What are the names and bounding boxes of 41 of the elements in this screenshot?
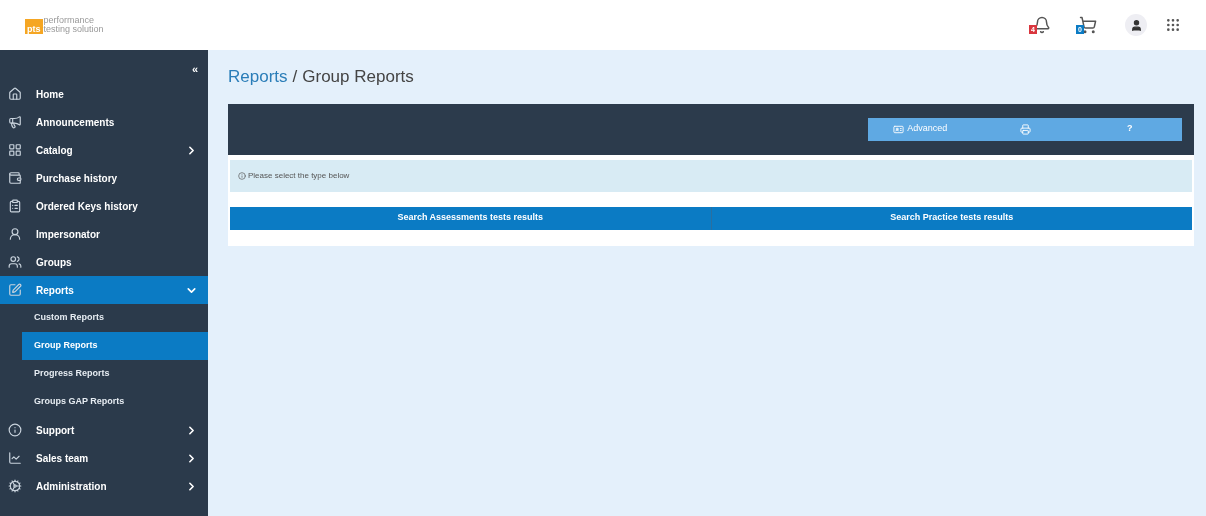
avatar-button[interactable] [1125, 14, 1147, 36]
apps-grid-icon[interactable] [1165, 17, 1181, 33]
person-icon [8, 227, 22, 241]
edit-icon [8, 283, 22, 297]
info-icon [8, 423, 22, 437]
megaphone-icon [8, 115, 22, 129]
submenu-item[interactable]: Progress Reports [22, 360, 208, 388]
submenu-item[interactable]: Groups GAP Reports [22, 388, 208, 416]
user-icon [1129, 18, 1143, 32]
printer-icon [1019, 123, 1031, 135]
wallet-icon [8, 171, 22, 185]
chart-icon [8, 451, 22, 465]
collapse-button[interactable]: « [191, 64, 198, 80]
sidebar-item[interactable]: Sales team [0, 444, 208, 472]
sidebar-item[interactable]: Catalog [0, 136, 208, 164]
sidebar-item[interactable]: Home [0, 80, 208, 108]
sidebar-item[interactable]: Reports [0, 276, 208, 304]
bell-icon [1033, 16, 1051, 34]
breadcrumb-separator: / [292, 67, 298, 86]
cart-icon [1079, 16, 1097, 34]
sidebar-item[interactable]: Impersonator [0, 220, 208, 248]
sidebar-item[interactable]: Purchase history [0, 164, 208, 192]
sidebar-item[interactable]: Ordered Keys history [0, 192, 208, 220]
grid-icon [8, 143, 22, 157]
submenu-item[interactable]: Custom Reports [22, 304, 208, 332]
page-title: Group Reports [302, 67, 414, 86]
clipboard-icon [8, 199, 22, 213]
breadcrumb-link[interactable]: Reports [228, 67, 288, 86]
home-icon [8, 87, 22, 101]
sidebar-item[interactable]: Announcements [0, 108, 208, 136]
sidebar-item[interactable]: Groups [0, 248, 208, 276]
sidebar-item[interactable]: Administration [0, 472, 208, 500]
search-results-button[interactable]: Search Practice tests results [710, 206, 1192, 230]
info-icon [238, 171, 246, 180]
info-alert: Please select the type below [230, 159, 1192, 192]
users-icon [8, 255, 22, 269]
submenu-item[interactable]: Group Reports [22, 332, 208, 360]
sidebar-item[interactable]: Support [0, 416, 208, 444]
card-icon [893, 123, 905, 135]
search-results-button[interactable]: Search Assessments tests results [230, 206, 711, 230]
cog-icon [8, 479, 22, 493]
